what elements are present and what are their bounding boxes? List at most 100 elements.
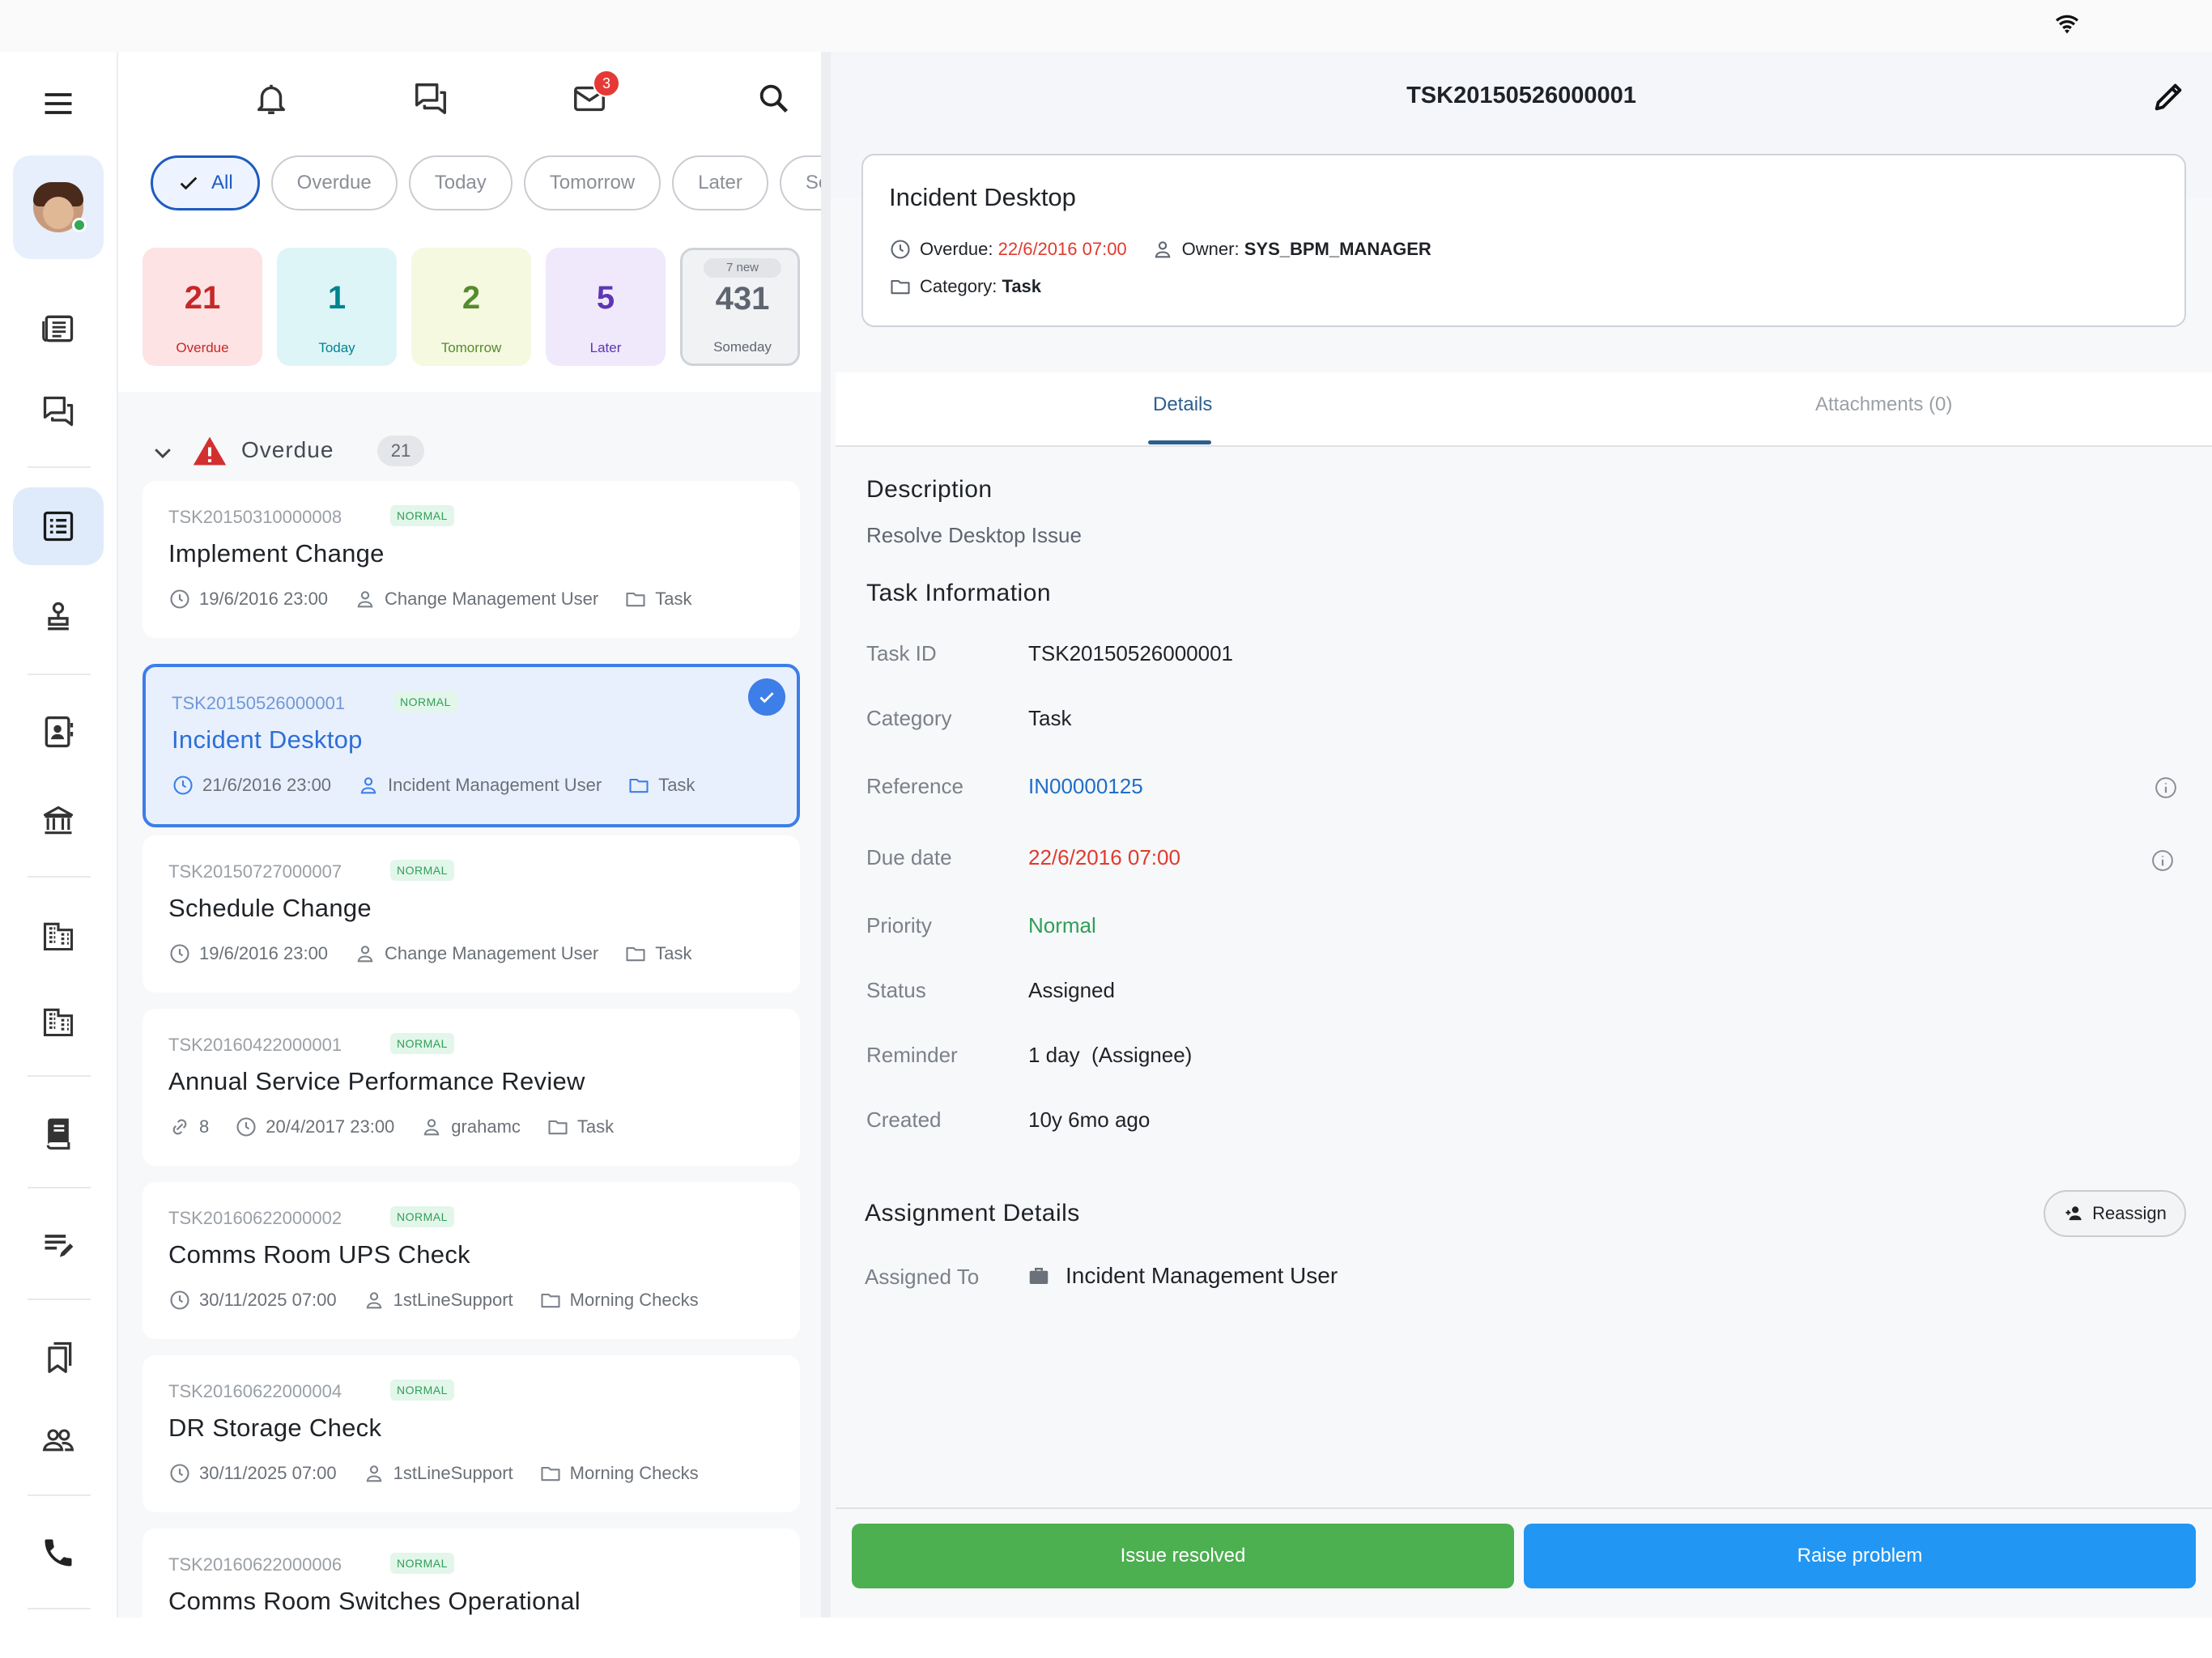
task-card-selected[interactable]: TSK20150526000001 NORMAL Incident Deskto… <box>143 664 800 827</box>
field-value-reference-link[interactable]: IN00000125 <box>1028 774 1143 799</box>
sidebar-item-contacts[interactable] <box>13 693 104 771</box>
priority-badge: NORMAL <box>390 505 454 526</box>
filter-chip-all[interactable]: All <box>151 155 260 210</box>
online-status-dot <box>72 218 87 232</box>
filter-chip-tomorrow[interactable]: Tomorrow <box>523 155 661 210</box>
sidebar-item-organization[interactable] <box>13 897 104 975</box>
field-label-reminder: Reminder <box>866 1043 958 1067</box>
menu-icon <box>45 93 72 114</box>
sidebar-item-notes[interactable] <box>13 1206 104 1284</box>
category-label: Category: <box>920 276 998 296</box>
sidebar-item-approvals[interactable] <box>13 578 104 656</box>
description-heading: Description <box>866 476 993 503</box>
reassign-button[interactable]: Reassign <box>2044 1190 2186 1237</box>
search-icon <box>759 84 788 113</box>
task-due-date: 19/6/2016 23:00 <box>199 943 329 963</box>
task-title: Comms Room Switches Operational <box>168 1587 581 1615</box>
task-card[interactable]: TSK20150310000008 NORMAL Implement Chang… <box>143 481 800 638</box>
warning-icon <box>193 436 227 466</box>
sidebar-item-chat[interactable] <box>13 372 104 450</box>
task-link-count: 8 <box>199 1116 210 1137</box>
field-value-task-id: TSK20150526000001 <box>1028 641 1234 665</box>
sidebar-item-people[interactable] <box>13 1401 104 1478</box>
folder-icon <box>548 1120 568 1135</box>
task-due-date: 30/11/2025 07:00 <box>199 1290 337 1310</box>
stat-value: 2 <box>462 280 481 316</box>
task-card[interactable]: TSK20160622000002 NORMAL Comms Room UPS … <box>143 1182 800 1339</box>
list-scrollbar[interactable] <box>821 52 831 1618</box>
issue-resolved-button[interactable]: Issue resolved <box>852 1524 1514 1588</box>
filter-chip-someday[interactable]: Som <box>779 155 826 210</box>
info-icon[interactable] <box>2154 776 2178 800</box>
stat-card-someday[interactable]: 7 new 431 Someday <box>680 248 800 366</box>
stat-card-today[interactable]: 1 Today <box>277 248 397 366</box>
stat-card-overdue[interactable]: 21 Overdue <box>143 248 262 366</box>
menu-button[interactable] <box>13 65 104 142</box>
detail-title: TSK20150526000001 <box>1406 83 1636 108</box>
field-value-priority: Normal <box>1028 913 1096 937</box>
task-card[interactable]: TSK20160422000001 NORMAL Annual Service … <box>143 1009 800 1166</box>
bottom-safe-area <box>0 1618 2212 1658</box>
overdue-section-header[interactable]: Overdue 21 <box>151 424 798 481</box>
sidebar-item-news[interactable] <box>13 290 104 368</box>
description-text: Resolve Desktop Issue <box>866 523 1082 547</box>
status-bar <box>0 0 2212 52</box>
field-label-due-date: Due date <box>866 845 952 869</box>
sidebar-item-bank[interactable] <box>13 782 104 860</box>
stat-value: 431 <box>715 281 770 317</box>
field-label-status: Status <box>866 978 926 1002</box>
summary-title: Incident Desktop <box>889 183 1076 211</box>
sidebar <box>0 52 118 1618</box>
bookmarks-icon <box>48 1341 72 1373</box>
sidebar-item-bookmarks[interactable] <box>13 1318 104 1396</box>
task-card[interactable]: TSK20160622000006 NORMAL Comms Room Swit… <box>143 1528 800 1618</box>
clock-icon <box>170 944 189 963</box>
field-value-created: 10y 6mo ago <box>1028 1107 1151 1132</box>
task-meta: 30/11/2025 07:00 1stLineSupport Morning … <box>168 1289 725 1312</box>
app-root: 3 All OverdueTodayTomorrowLaterSom 21 Ov… <box>0 0 2212 1658</box>
tab-attachments[interactable]: Attachments (0) <box>1815 393 1952 416</box>
overdue-value: 22/6/2016 07:00 <box>998 239 1127 259</box>
notifications-button[interactable] <box>249 76 294 121</box>
task-id: TSK20150727000007 <box>168 861 342 882</box>
filter-chip-overdue[interactable]: Overdue <box>270 155 398 210</box>
sidebar-item-sites[interactable] <box>13 983 104 1061</box>
person-icon <box>1155 241 1171 258</box>
bank-icon <box>43 806 74 835</box>
stat-card-tomorrow[interactable]: 2 Tomorrow <box>411 248 531 366</box>
raise-problem-button[interactable]: Raise problem <box>1524 1524 2196 1588</box>
folder-icon <box>541 1466 560 1482</box>
add-person-icon <box>2065 1206 2082 1221</box>
tab-details[interactable]: Details <box>1153 393 1212 416</box>
filter-chip-today[interactable]: Today <box>408 155 513 210</box>
link-icon <box>172 1119 187 1135</box>
task-meta: 19/6/2016 23:00 Change Management User T… <box>168 942 717 965</box>
edit-list-icon <box>45 1235 74 1257</box>
task-id: TSK20160622000004 <box>168 1381 342 1401</box>
stat-card-later[interactable]: 5 Later <box>546 248 666 366</box>
edit-pencil-icon[interactable] <box>2150 78 2188 115</box>
sidebar-item-knowledge[interactable] <box>13 1095 104 1172</box>
messages-button[interactable] <box>408 76 453 121</box>
sidebar-item-phone[interactable] <box>13 1514 104 1592</box>
chat-icon <box>415 83 446 114</box>
task-card[interactable]: TSK20150727000007 NORMAL Schedule Change… <box>143 835 800 993</box>
info-icon[interactable] <box>2150 848 2175 873</box>
filter-chip-later[interactable]: Later <box>672 155 768 210</box>
user-avatar-button[interactable] <box>13 155 104 259</box>
owner-label: Owner: <box>1181 239 1240 259</box>
folder-icon <box>626 592 645 607</box>
tasks-icon <box>43 511 74 542</box>
task-card[interactable]: TSK20160622000004 NORMAL DR Storage Chec… <box>143 1355 800 1512</box>
assigned-to-label: Assigned To <box>865 1265 980 1289</box>
stat-label: Tomorrow <box>440 340 502 355</box>
filter-chips: All OverdueTodayTomorrowLaterSom <box>151 155 826 212</box>
sidebar-item-tasks[interactable] <box>13 487 104 565</box>
overdue-label: Overdue: <box>920 239 993 259</box>
bell-icon <box>257 84 286 114</box>
search-button[interactable] <box>751 76 797 121</box>
person-icon <box>423 1119 440 1136</box>
field-label-created: Created <box>866 1107 942 1132</box>
clock-icon <box>170 1290 189 1310</box>
book-icon <box>46 1118 70 1150</box>
